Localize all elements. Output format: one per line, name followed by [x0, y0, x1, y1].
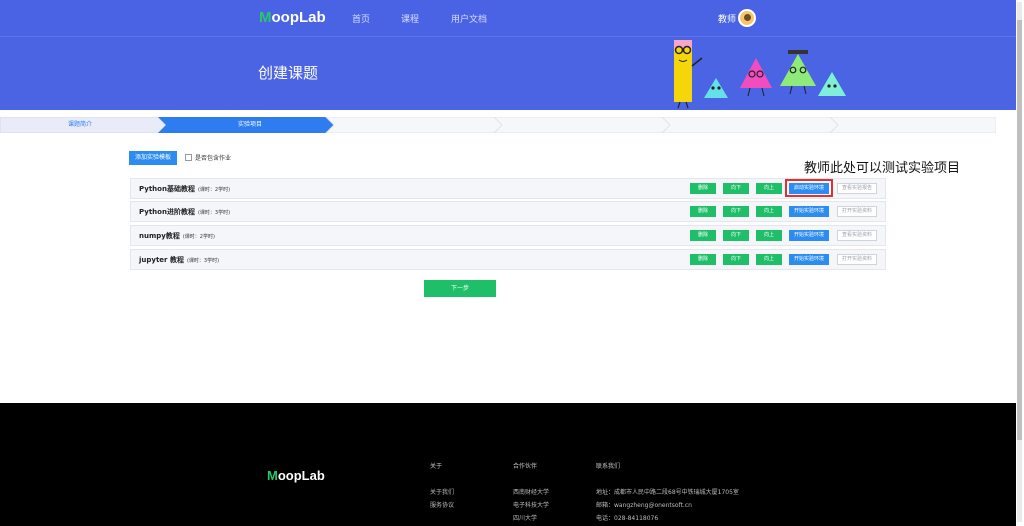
teal-triangle-mascot-icon	[818, 72, 846, 96]
move-up-button[interactable]: 向上	[756, 183, 782, 194]
footer-partner[interactable]: 西南财经大学	[513, 487, 549, 496]
move-up-button[interactable]: 向上	[756, 230, 782, 241]
add-template-button[interactable]: 添加实验模板	[129, 151, 177, 165]
footer-partners-title: 合作伙伴	[513, 463, 538, 470]
experiment-name: Python进阶教程	[139, 208, 195, 216]
next-step-button[interactable]: 下一步	[424, 280, 496, 297]
delete-button[interactable]: 删除	[690, 230, 716, 241]
pink-triangle-mascot-icon	[740, 58, 772, 97]
footer-email: 邮箱：wangzheng@onentsoft.cn	[596, 502, 692, 509]
page-title: 创建课题	[258, 64, 319, 82]
green-triangle-mascot-icon	[780, 50, 816, 95]
step-4[interactable]	[510, 117, 650, 133]
highlight-box	[785, 179, 833, 197]
nav-docs-link[interactable]: 用户文档	[451, 12, 487, 25]
experiment-hours: (课时：2学时)	[182, 234, 215, 240]
top-nav-bar	[0, 0, 1016, 36]
delete-button[interactable]: 删除	[690, 183, 716, 194]
step-5[interactable]	[680, 117, 820, 133]
footer-partner[interactable]: 电子科技大学	[513, 500, 549, 509]
avatar[interactable]	[738, 9, 756, 27]
footer-logo: MoopLab	[267, 468, 325, 483]
view-report-button[interactable]: 查看实验报告	[837, 183, 877, 194]
move-down-button[interactable]: 向下	[723, 206, 749, 217]
start-lab-button[interactable]: 开始实验环境	[789, 206, 829, 217]
steps: 课题简介 实验项目	[0, 117, 996, 133]
experiment-name: Python基础教程	[139, 185, 195, 193]
pencil-mascot-icon	[674, 40, 703, 109]
footer-address: 地址：成都市人民中路二段68号中铁瑞城大厦1705室	[596, 489, 739, 496]
experiment-name: numpy教程	[139, 232, 180, 240]
experiment-hours: (课时：3学时)	[186, 258, 220, 264]
step-1[interactable]: 课题简介	[20, 117, 140, 133]
experiment-hours: (课时：3学时)	[197, 210, 231, 216]
footer-link-terms[interactable]: 服务协议	[430, 500, 454, 509]
experiment-name: jupyter 教程	[139, 256, 184, 264]
mascot-illustration	[674, 40, 846, 109]
open-materials-button[interactable]: 打开实验资料	[837, 206, 877, 217]
footer-contact-title: 联系我们	[596, 463, 621, 470]
delete-button[interactable]: 删除	[690, 206, 716, 217]
step-6[interactable]	[850, 117, 990, 133]
start-lab-button[interactable]: 开始实验环境	[789, 254, 829, 265]
move-up-button[interactable]: 向上	[756, 206, 782, 217]
footer-phone: 电话：028-84118076	[596, 515, 659, 522]
experiment-row: Python进阶教程 (课时：3学时) 删除 向下 向上 开始实验环境 打开实验资…	[130, 201, 886, 222]
blue-triangle-mascot-icon	[704, 78, 728, 98]
app-logo[interactable]: MoopLab	[259, 9, 326, 26]
nav-home-link[interactable]: 首页	[352, 12, 370, 25]
start-lab-button[interactable]: 开始实验环境	[789, 230, 829, 241]
footer-link-about-us[interactable]: 关于我们	[430, 487, 454, 496]
experiment-row: numpy教程 (课时：2学时) 删除 向下 向上 开始实验环境 查看实验资料	[130, 225, 886, 246]
move-down-button[interactable]: 向下	[723, 183, 749, 194]
view-materials-button[interactable]: 查看实验资料	[837, 230, 877, 241]
include-homework-checkbox[interactable]	[185, 154, 192, 161]
footer-about-title: 关于	[430, 463, 443, 470]
include-homework-label: 是否包含作业	[195, 155, 232, 162]
hero-banner	[0, 36, 1016, 110]
annotation-note: 教师此处可以测试实验项目	[804, 161, 961, 176]
delete-button[interactable]: 删除	[690, 254, 716, 265]
open-materials-button[interactable]: 打开实验资料	[837, 254, 877, 265]
step-3[interactable]	[345, 117, 485, 133]
step-2[interactable]: 实验项目	[180, 117, 320, 133]
footer-partner[interactable]: 四川大学	[513, 513, 537, 522]
move-down-button[interactable]: 向下	[723, 254, 749, 265]
experiment-row: Python基础教程 (课时：2学时) 删除 向下 向上 启动实验环境 查看实验报…	[130, 178, 886, 199]
move-up-button[interactable]: 向上	[756, 254, 782, 265]
experiment-row: jupyter 教程 (课时：3学时) 删除 向下 向上 开始实验环境 打开实验资…	[130, 249, 886, 270]
scrollbar-thumb[interactable]	[1017, 20, 1022, 440]
nav-courses-link[interactable]: 课程	[401, 12, 419, 25]
user-name[interactable]: 教师	[718, 12, 736, 25]
footer	[0, 403, 1016, 526]
move-down-button[interactable]: 向下	[723, 230, 749, 241]
experiment-hours: (课时：2学时)	[197, 187, 231, 193]
